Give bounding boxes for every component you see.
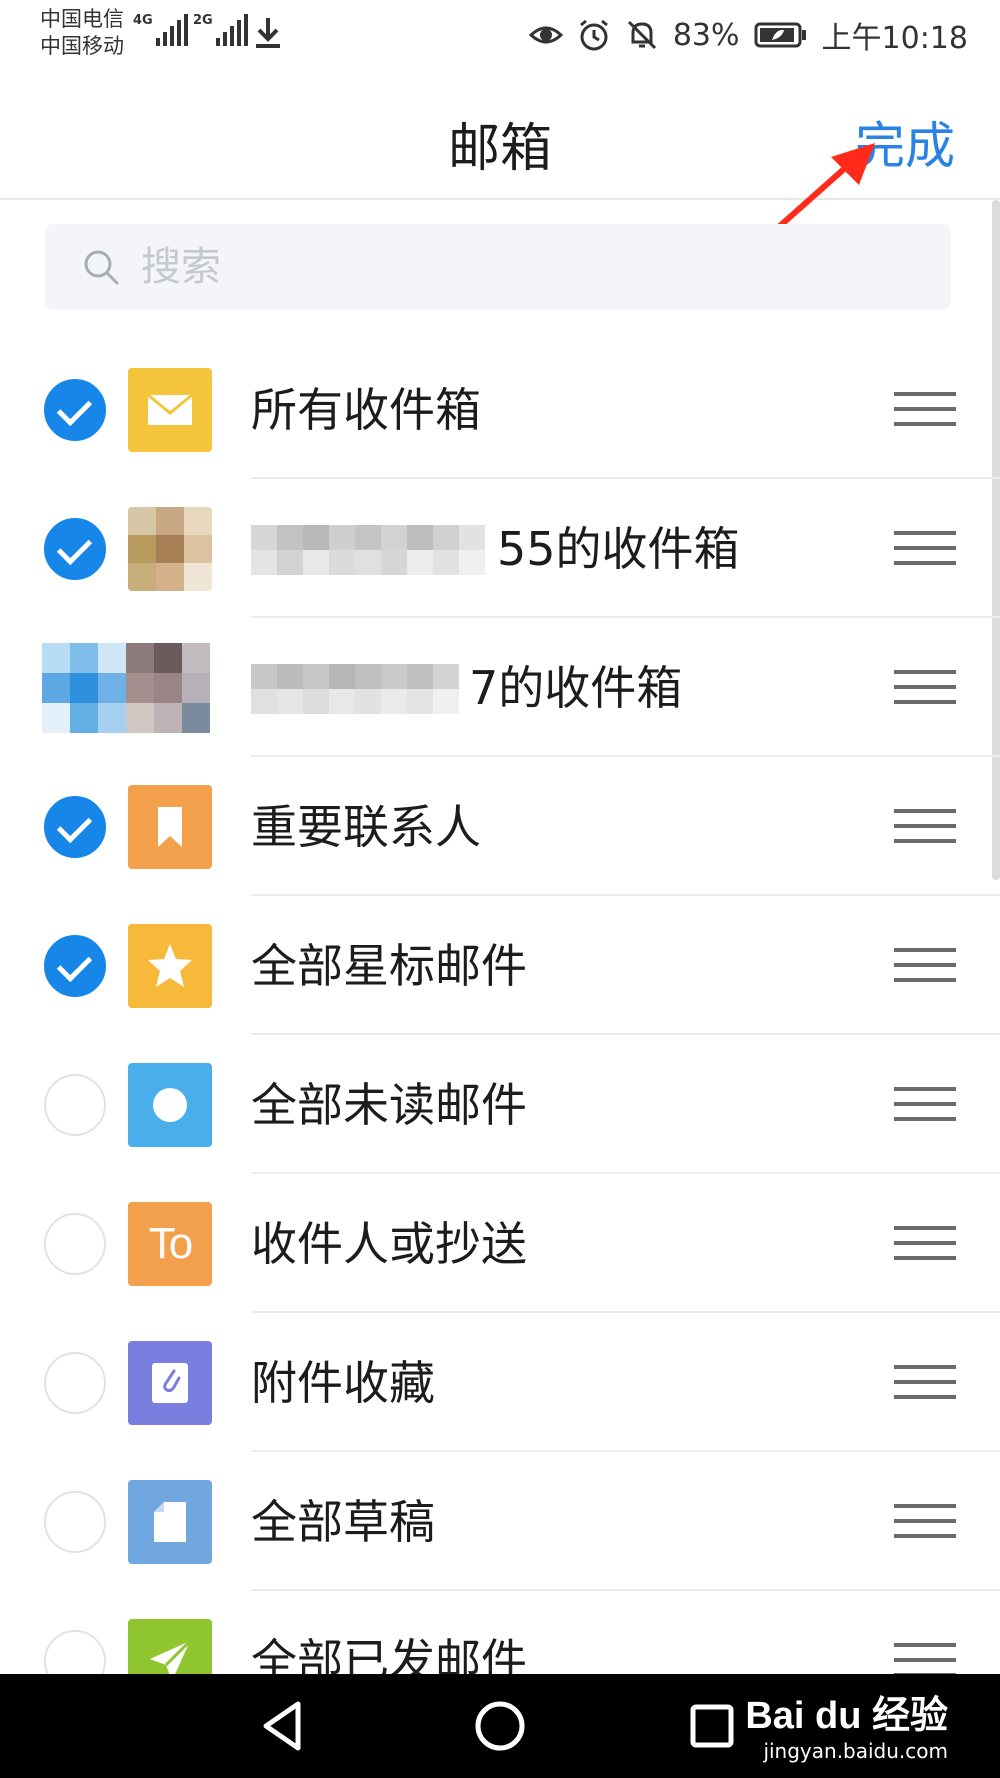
star-icon bbox=[128, 924, 212, 1008]
envelope-icon bbox=[128, 368, 212, 452]
carrier-names: 中国电信 中国移动 bbox=[40, 6, 124, 60]
search-icon bbox=[84, 250, 119, 285]
drag-handle-icon[interactable] bbox=[894, 1504, 956, 1542]
dot-icon bbox=[128, 1063, 212, 1147]
mailbox-row-all-inboxes[interactable]: 所有收件箱 bbox=[0, 340, 1000, 479]
network-type-2: 2G bbox=[193, 13, 213, 28]
recents-square-icon bbox=[690, 1704, 734, 1748]
mailbox-checkbox[interactable] bbox=[44, 1630, 106, 1674]
drag-handle-icon[interactable] bbox=[894, 948, 956, 986]
mailbox-label: 重要联系人 bbox=[251, 800, 481, 854]
carrier-2: 中国移动 bbox=[40, 34, 124, 58]
mailbox-label: 全部已发邮件 bbox=[251, 1634, 527, 1674]
search-input[interactable] bbox=[141, 244, 841, 290]
drag-handle-icon[interactable] bbox=[894, 1643, 956, 1674]
mailbox-row-starred[interactable]: 全部星标邮件 bbox=[0, 896, 1000, 1035]
mailbox-label: 全部星标邮件 bbox=[251, 939, 527, 993]
search-bar[interactable] bbox=[45, 224, 951, 310]
signal-2: 2G bbox=[193, 14, 248, 46]
drag-handle-icon[interactable] bbox=[894, 1087, 956, 1125]
home-button[interactable] bbox=[468, 1694, 532, 1758]
mailbox-checkbox[interactable] bbox=[44, 935, 106, 997]
back-button[interactable] bbox=[252, 1694, 316, 1758]
system-navigation-bar: Bai du 经验 jingyan.baidu.com bbox=[0, 1674, 1000, 1778]
battery-icon bbox=[754, 22, 806, 48]
mute-bell-icon bbox=[627, 20, 656, 50]
account-avatar bbox=[42, 643, 210, 733]
mailbox-row-account-1[interactable]: 55的收件箱 bbox=[0, 479, 1000, 618]
mailbox-checkbox[interactable] bbox=[44, 1213, 106, 1275]
mailbox-row-to-cc[interactable]: To 收件人或抄送 bbox=[0, 1174, 1000, 1313]
baidu-watermark: Bai du 经验 jingyan.baidu.com bbox=[745, 1684, 948, 1763]
to-icon-text: To bbox=[148, 1219, 194, 1268]
mailbox-list: 所有收件箱 55的收件箱 7的收件箱 重要联系人 全部星标邮件 全部未读邮件 T… bbox=[0, 340, 1000, 1674]
signal-1: 4G bbox=[133, 14, 188, 46]
signal-bars-icon bbox=[155, 14, 188, 46]
mailbox-row-account-2[interactable]: 7的收件箱 bbox=[0, 618, 1000, 757]
mailbox-checkbox[interactable] bbox=[44, 379, 106, 441]
eye-icon bbox=[528, 26, 563, 44]
mailbox-label: 收件人或抄送 bbox=[251, 1217, 527, 1271]
mailbox-row-drafts[interactable]: 全部草稿 bbox=[0, 1452, 1000, 1591]
to-icon: To bbox=[128, 1202, 212, 1286]
drag-handle-icon[interactable] bbox=[894, 392, 956, 430]
mailbox-row-attachments[interactable]: 附件收藏 bbox=[0, 1313, 1000, 1452]
network-type-1: 4G bbox=[133, 13, 153, 28]
mailbox-checkbox[interactable] bbox=[44, 1074, 106, 1136]
draft-icon bbox=[128, 1480, 212, 1564]
mailbox-checkbox[interactable] bbox=[44, 1491, 106, 1553]
mailbox-checkbox[interactable] bbox=[44, 796, 106, 858]
status-bar: 中国电信 中国移动 4G 2G 83% 上午10:18 bbox=[0, 0, 1000, 70]
download-icon bbox=[256, 18, 280, 48]
bookmark-icon bbox=[128, 785, 212, 869]
watermark-brand: Bai du 经验 bbox=[745, 1695, 948, 1737]
mailbox-label: 全部草稿 bbox=[251, 1495, 435, 1549]
redacted-email bbox=[251, 664, 459, 714]
drag-handle-icon[interactable] bbox=[894, 1365, 956, 1403]
clock: 上午10:18 bbox=[821, 21, 968, 56]
status-icons: 83% 上午10:18 bbox=[528, 12, 968, 58]
drag-handle-icon[interactable] bbox=[894, 1226, 956, 1264]
paperclip-icon bbox=[128, 1341, 212, 1425]
home-circle-icon bbox=[475, 1701, 525, 1751]
alarm-icon bbox=[579, 19, 608, 51]
recents-button[interactable] bbox=[680, 1694, 744, 1758]
drag-handle-icon[interactable] bbox=[894, 809, 956, 847]
redacted-email bbox=[251, 525, 485, 575]
back-triangle-icon bbox=[263, 1701, 301, 1751]
mailbox-label: 7的收件箱 bbox=[469, 661, 683, 715]
signal-bars-icon bbox=[215, 14, 248, 46]
mailbox-row-important-contacts[interactable]: 重要联系人 bbox=[0, 757, 1000, 896]
watermark-url: jingyan.baidu.com bbox=[763, 1739, 948, 1763]
drag-handle-icon[interactable] bbox=[894, 670, 956, 708]
mailbox-row-unread[interactable]: 全部未读邮件 bbox=[0, 1035, 1000, 1174]
mailbox-checkbox[interactable] bbox=[44, 1352, 106, 1414]
drag-handle-icon[interactable] bbox=[894, 531, 956, 569]
mailbox-checkbox[interactable] bbox=[44, 518, 106, 580]
account-avatar bbox=[128, 507, 212, 591]
mailbox-label: 全部未读邮件 bbox=[251, 1078, 527, 1132]
mailbox-label: 附件收藏 bbox=[251, 1356, 435, 1410]
battery-percent: 83% bbox=[672, 17, 740, 53]
mailbox-row-sent[interactable]: 全部已发邮件 bbox=[0, 1591, 1000, 1674]
mailbox-label: 所有收件箱 bbox=[251, 383, 481, 437]
mailbox-label: 55的收件箱 bbox=[497, 522, 740, 576]
send-icon bbox=[128, 1619, 212, 1674]
carrier-1: 中国电信 bbox=[40, 7, 124, 31]
